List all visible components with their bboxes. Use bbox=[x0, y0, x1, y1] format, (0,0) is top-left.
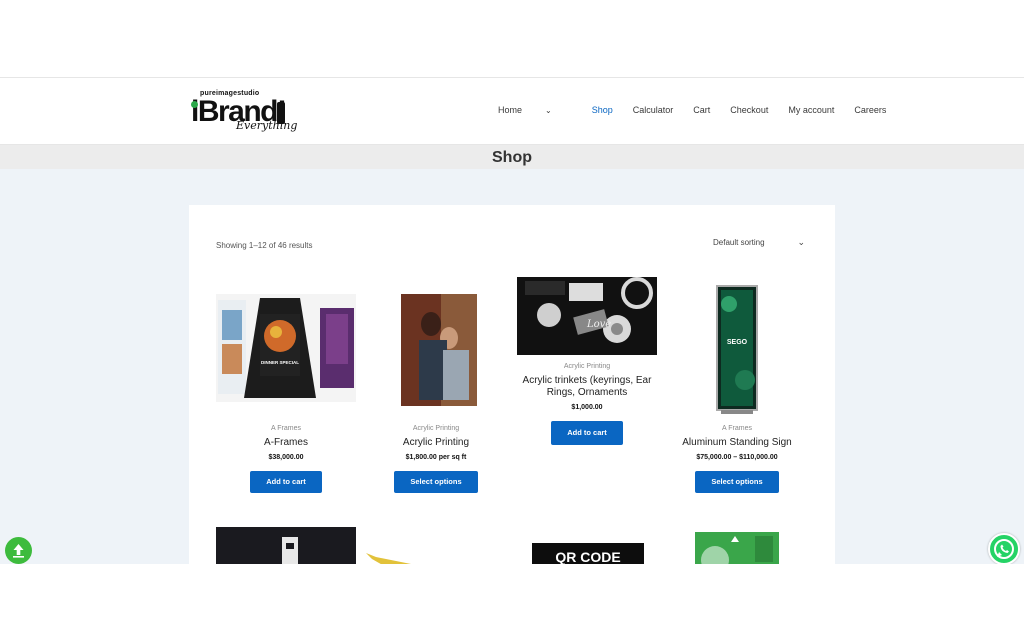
page-title-bar: Shop bbox=[0, 145, 1024, 170]
chevron-down-icon: ⌄ bbox=[545, 106, 552, 115]
logo-dot bbox=[191, 101, 198, 108]
nav-item-home[interactable]: Home ⌄ bbox=[498, 105, 572, 115]
bottom-blank-area bbox=[0, 564, 1024, 640]
nav-item-shop[interactable]: Shop bbox=[592, 105, 613, 115]
nav-item-checkout[interactable]: Checkout bbox=[730, 105, 768, 115]
nav-item-careers[interactable]: Careers bbox=[854, 105, 886, 115]
top-blank-area bbox=[0, 0, 1024, 78]
image-text-love: Love bbox=[586, 319, 611, 330]
add-to-cart-button[interactable]: Add to cart bbox=[250, 471, 322, 493]
image-text-qr-code: QR CODE bbox=[555, 549, 621, 564]
whatsapp-icon[interactable] bbox=[988, 533, 1020, 565]
sorting-selected: Default sorting bbox=[713, 238, 765, 247]
select-options-button[interactable]: Select options bbox=[695, 471, 779, 493]
product-price: $38,000.00 bbox=[268, 454, 304, 461]
product-image-row2-2[interactable] bbox=[366, 551, 506, 564]
nav-item-cart[interactable]: Cart bbox=[693, 105, 710, 115]
results-count: Showing 1–12 of 46 results bbox=[216, 241, 313, 250]
nav-item-label: Home bbox=[498, 105, 523, 115]
chevron-down-icon: ⌄ bbox=[797, 237, 805, 247]
product-price: $1,800.00 per sq ft bbox=[405, 454, 467, 461]
product-category[interactable]: A Frames bbox=[216, 425, 356, 432]
product-acrylic-printing: Acrylic Printing Acrylic Printing $1,800… bbox=[366, 425, 506, 493]
product-title[interactable]: Acrylic Printing bbox=[366, 437, 506, 449]
product-a-frames: A Frames A-Frames $38,000.00 Add to cart bbox=[216, 425, 356, 493]
image-text-dinner-special: DINNER SPECIAL bbox=[261, 360, 299, 365]
product-category[interactable]: A Frames bbox=[667, 425, 807, 432]
sorting-select[interactable]: Default sorting ⌄ bbox=[713, 237, 807, 247]
page-title: Shop bbox=[492, 149, 532, 166]
product-aluminum-standing-sign: A Frames Aluminum Standing Sign $75,000.… bbox=[667, 425, 807, 493]
product-image-row2-3[interactable]: QR CODE bbox=[532, 543, 644, 564]
product-category[interactable]: Acrylic Printing bbox=[366, 425, 506, 432]
nav-item-calculator[interactable]: Calculator bbox=[633, 105, 674, 115]
upload-icon[interactable] bbox=[5, 537, 32, 564]
product-card-container: Showing 1–12 of 46 results Default sorti… bbox=[189, 205, 835, 564]
site-logo[interactable]: pureimagestudio iBrand! Everything bbox=[191, 90, 297, 136]
logo-script-text: Everything bbox=[236, 119, 298, 132]
product-title[interactable]: Aluminum Standing Sign bbox=[667, 437, 807, 449]
product-acrylic-trinkets: Acrylic Printing Acrylic trinkets (keyri… bbox=[517, 363, 657, 445]
shop-main-area: Showing 1–12 of 46 results Default sorti… bbox=[0, 169, 1024, 564]
product-image-acrylic-printing[interactable] bbox=[401, 294, 477, 406]
image-text-sego: SEGO bbox=[727, 339, 748, 346]
product-image-row2-1[interactable] bbox=[216, 527, 356, 564]
product-image-acrylic-trinkets[interactable]: Love bbox=[517, 277, 657, 355]
product-title[interactable]: Acrylic trinkets (keyrings, Ear Rings, O… bbox=[517, 375, 657, 399]
product-category[interactable]: Acrylic Printing bbox=[517, 363, 657, 370]
nav-item-my-account[interactable]: My account bbox=[788, 105, 834, 115]
product-price: $1,000.00 bbox=[571, 404, 603, 411]
main-nav: Home ⌄ Shop Calculator Cart Checkout My a… bbox=[498, 105, 906, 115]
site-header: pureimagestudio iBrand! Everything Home ⌄… bbox=[0, 78, 1024, 145]
product-price: $75,000.00 – $110,000.00 bbox=[696, 454, 778, 461]
product-image-a-frames[interactable]: DINNER SPECIAL bbox=[216, 294, 356, 402]
select-options-button[interactable]: Select options bbox=[394, 471, 478, 493]
product-image-row2-4[interactable] bbox=[695, 532, 779, 564]
product-title[interactable]: A-Frames bbox=[216, 437, 356, 449]
product-image-aluminum-standing-sign[interactable]: SEGO bbox=[701, 284, 773, 416]
add-to-cart-button[interactable]: Add to cart bbox=[551, 421, 623, 445]
